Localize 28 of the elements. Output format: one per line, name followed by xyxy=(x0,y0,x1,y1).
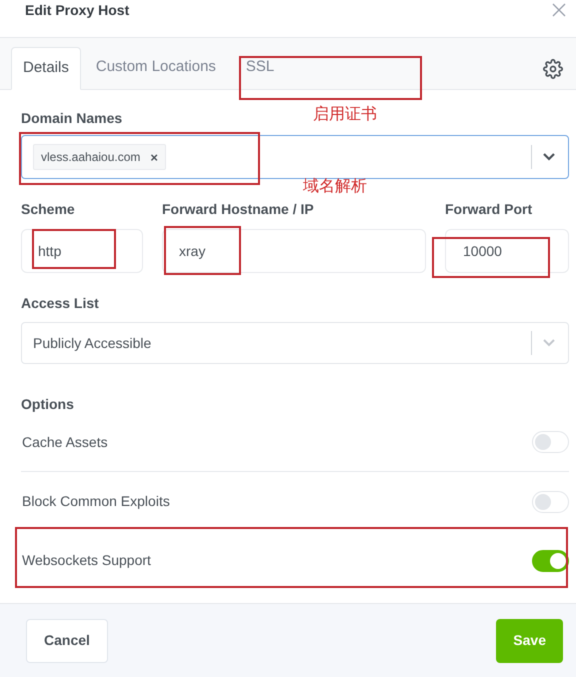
toggle-switch[interactable] xyxy=(532,550,569,572)
section-title: Options xyxy=(21,395,74,413)
field-label: Forward Hostname / IP xyxy=(162,200,315,218)
input-field[interactable]: http xyxy=(21,229,143,273)
field-label: Domain Names xyxy=(21,109,122,127)
input-field[interactable]: xray xyxy=(162,229,426,273)
close-icon[interactable] xyxy=(552,3,566,17)
tab[interactable]: Custom Locations xyxy=(80,46,231,89)
domain-select[interactable]: vless.aahaiou.com × xyxy=(21,135,569,179)
option-label: Cache Assets xyxy=(21,432,108,452)
remove-tag-button[interactable]: × xyxy=(150,150,158,164)
annotation-text: 域名解析 xyxy=(303,176,367,196)
dialog-title: Edit Proxy Host xyxy=(25,1,130,19)
field-label: Scheme xyxy=(21,200,76,218)
option-label: Websockets Support xyxy=(21,551,151,570)
annotation-text: 启用证书 xyxy=(313,104,377,124)
field-label: Access List xyxy=(21,294,99,312)
settings-icon[interactable] xyxy=(543,59,563,79)
field-label: Forward Port xyxy=(445,200,534,218)
option-label: Block Common Exploits xyxy=(21,492,170,511)
tab[interactable]: SSL xyxy=(230,46,290,89)
input-field[interactable]: 10000 xyxy=(445,229,569,273)
access-list-select[interactable]: Publicly Accessible xyxy=(21,322,569,364)
select-value: Publicly Accessible xyxy=(33,334,152,353)
cancel-button[interactable]: Cancel xyxy=(26,618,108,662)
chevron-down-icon[interactable] xyxy=(542,152,556,162)
tab[interactable]: Details xyxy=(11,47,81,90)
tag-label: vless.aahaiou.com xyxy=(41,149,140,166)
